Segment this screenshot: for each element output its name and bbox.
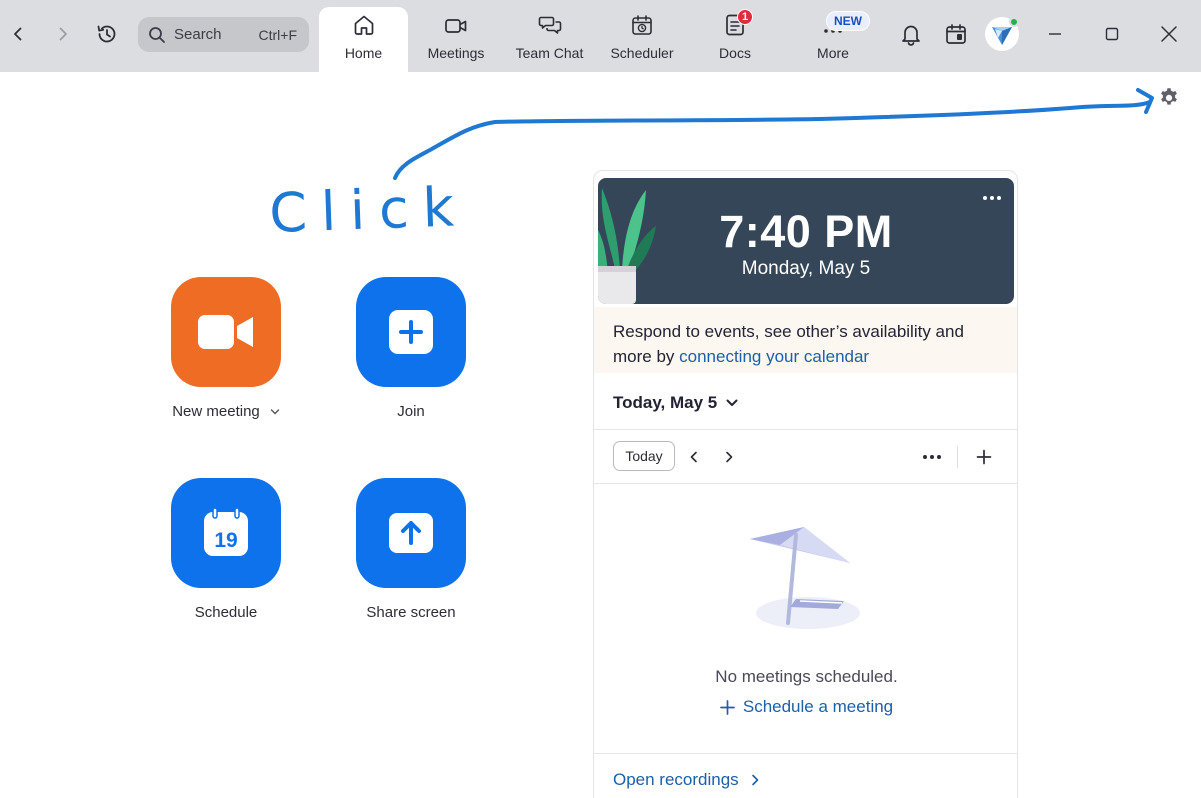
- join-label: Join: [397, 403, 425, 420]
- annotation-click-text: Click: [268, 175, 469, 245]
- tab-home[interactable]: Home: [319, 7, 408, 72]
- connect-calendar-link[interactable]: connecting your calendar: [679, 347, 869, 366]
- tab-scheduler[interactable]: Scheduler: [603, 7, 681, 72]
- share-screen-label: Share screen: [366, 604, 456, 621]
- divider: [594, 753, 1017, 754]
- empty-state-text: No meetings scheduled.: [715, 667, 898, 686]
- chevron-down-icon[interactable]: [270, 408, 280, 416]
- schedule-button[interactable]: 19 Schedule: [151, 478, 301, 621]
- schedule-meeting-link[interactable]: Schedule a meeting: [594, 697, 1017, 717]
- search-icon: [149, 26, 165, 43]
- clock-date: Monday, May 5: [741, 258, 871, 279]
- history-icon[interactable]: [91, 18, 123, 50]
- bell-icon[interactable]: [895, 18, 927, 50]
- home-icon: [319, 7, 408, 37]
- avatar[interactable]: [985, 17, 1019, 51]
- share-screen-button[interactable]: Share screen: [336, 478, 486, 621]
- minimize-icon[interactable]: [1039, 18, 1071, 50]
- new-badge: NEW: [826, 11, 870, 31]
- clock-time: 7:40 PM: [719, 206, 893, 257]
- docs-badge: 1: [737, 9, 753, 25]
- tab-more[interactable]: NEW More: [800, 7, 870, 72]
- tab-team-chat[interactable]: Team Chat: [507, 7, 592, 72]
- today-button[interactable]: Today: [613, 441, 675, 471]
- clock-banner: 7:40 PM Monday, May 5: [598, 178, 1014, 304]
- forward-arrow-icon[interactable]: [47, 18, 79, 50]
- chevron-right-icon: [751, 774, 758, 786]
- schedule-meeting-label: Schedule a meeting: [742, 697, 894, 716]
- join-button[interactable]: Join: [336, 277, 486, 420]
- tab-label: More: [817, 45, 849, 61]
- chevron-down-icon: [726, 399, 738, 406]
- plus-icon: [720, 699, 735, 715]
- calendar-panel-icon[interactable]: [940, 18, 972, 50]
- connect-calendar-notice: Respond to events, see other’s availabil…: [594, 307, 1017, 373]
- tab-docs[interactable]: 1 Docs: [705, 7, 765, 72]
- schedule-label: Schedule: [194, 604, 258, 621]
- plus-icon: [356, 277, 466, 387]
- add-event-icon[interactable]: [973, 446, 995, 468]
- calendar-card: 7:40 PM Monday, May 5 Respond to events,…: [593, 170, 1018, 798]
- more-options-icon[interactable]: [921, 446, 943, 468]
- day-selector[interactable]: Today, May 5: [613, 393, 738, 413]
- next-day-icon[interactable]: [718, 446, 740, 468]
- maximize-icon[interactable]: [1096, 18, 1128, 50]
- calendar-clock-icon: [603, 7, 681, 37]
- tab-label: Meetings: [427, 45, 485, 61]
- more-options-icon[interactable]: [980, 190, 1004, 206]
- document-icon: 1: [705, 7, 765, 37]
- share-up-arrow-icon: [356, 478, 466, 588]
- tab-meetings[interactable]: Meetings: [416, 7, 496, 72]
- settings-gear-icon[interactable]: [1158, 86, 1180, 108]
- video-camera-icon: [171, 277, 281, 387]
- calendar-19-icon: 19: [171, 478, 281, 588]
- video-camera-icon: [416, 7, 496, 37]
- tab-label: Team Chat: [515, 45, 584, 61]
- open-recordings-link[interactable]: Open recordings: [613, 770, 759, 790]
- divider: [957, 446, 958, 468]
- tab-label: Home: [344, 45, 383, 61]
- back-arrow-icon[interactable]: [2, 18, 34, 50]
- new-meeting-label: New meeting: [172, 403, 260, 420]
- presence-dot: [1009, 17, 1019, 27]
- divider: [594, 483, 1017, 484]
- more-dots-icon: NEW: [800, 7, 870, 37]
- new-meeting-button[interactable]: New meeting: [151, 277, 301, 420]
- divider: [594, 429, 1017, 430]
- tab-label: Docs: [719, 45, 751, 61]
- close-icon[interactable]: [1153, 18, 1185, 50]
- open-recordings-label: Open recordings: [613, 770, 739, 789]
- search-placeholder: Search: [174, 26, 222, 43]
- search-shortcut: Ctrl+F: [258, 26, 298, 43]
- tab-label: Scheduler: [610, 45, 674, 61]
- title-bar: Search Ctrl+F Home Meetings Team Chat Sc…: [0, 0, 1201, 72]
- search-input[interactable]: Search Ctrl+F: [138, 17, 309, 52]
- beach-umbrella-illustration: [750, 527, 860, 629]
- calendar-day-number: 19: [214, 529, 237, 552]
- chat-bubbles-icon: [507, 7, 592, 37]
- previous-day-icon[interactable]: [683, 446, 705, 468]
- day-selector-label: Today, May 5: [613, 393, 718, 412]
